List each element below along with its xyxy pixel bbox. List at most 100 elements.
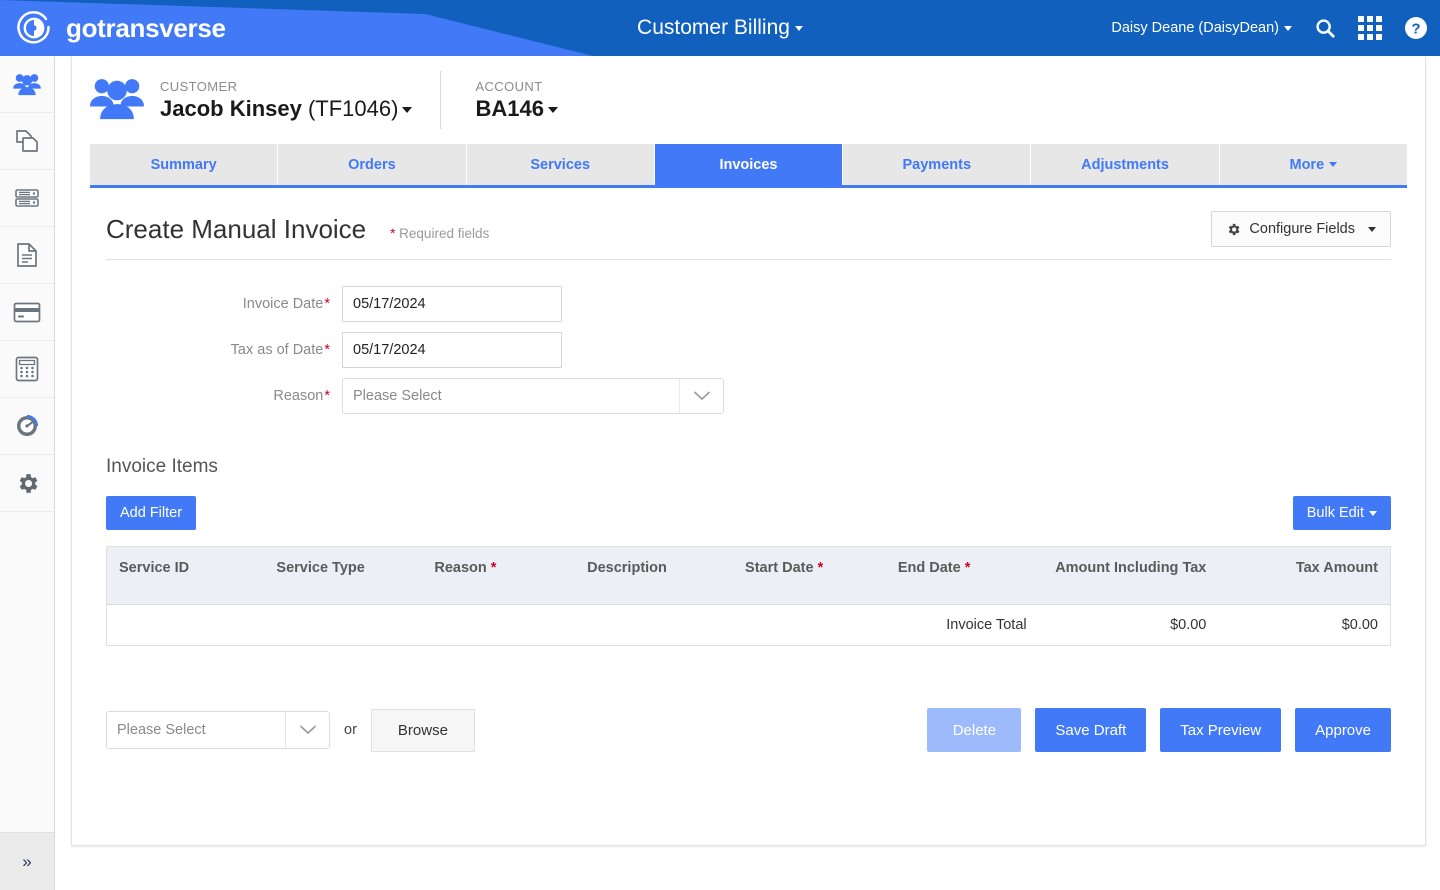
tab-adjustments[interactable]: Adjustments — [1031, 144, 1220, 185]
customer-selector[interactable]: Jacob Kinsey (TF1046) — [160, 95, 413, 122]
file-type-select-value: Please Select — [117, 722, 206, 738]
customers-icon — [13, 74, 41, 96]
left-icon-rail: » — [0, 56, 55, 890]
sidebar-item-calculator[interactable] — [0, 341, 54, 398]
column-service-id[interactable]: Service ID — [106, 546, 265, 605]
sidebar-expand-button[interactable]: » — [0, 832, 54, 890]
tab-label: Adjustments — [1081, 156, 1169, 173]
bulk-edit-button[interactable]: Bulk Edit — [1292, 496, 1391, 530]
content-card: CUSTOMER Jacob Kinsey (TF1046) ACCOUNT B… — [71, 56, 1426, 846]
page-title: Create Manual Invoice — [106, 214, 367, 244]
chevron-down-icon — [1368, 226, 1376, 232]
file-document-icon — [17, 243, 37, 267]
invoice-total-row: Invoice Total $0.00 $0.00 — [106, 604, 1391, 646]
reason-select[interactable]: Please Select — [342, 378, 724, 414]
customer-name: Jacob Kinsey — [160, 95, 302, 121]
tab-label: Invoices — [719, 156, 778, 173]
invoice-date-label-text: Invoice Date — [242, 296, 324, 312]
sidebar-item-database[interactable] — [0, 170, 54, 227]
required-fields-note: * Required fields — [390, 226, 489, 241]
column-tax-amount[interactable]: Tax Amount — [1218, 546, 1391, 605]
customer-id: (TF1046) — [307, 95, 399, 121]
sidebar-item-documents[interactable] — [0, 113, 54, 170]
required-asterisk: * — [324, 342, 330, 358]
table-header-row: Service ID Service Type Reason * Descrip… — [106, 546, 1391, 605]
column-amount-including-tax[interactable]: Amount Including Tax — [1038, 546, 1219, 605]
add-filter-button[interactable]: Add Filter — [106, 496, 197, 530]
entity-context-bar: CUSTOMER Jacob Kinsey (TF1046) ACCOUNT B… — [72, 56, 1425, 144]
sidebar-item-invoices-file[interactable] — [0, 227, 54, 284]
app-title-text: Customer Billing — [637, 16, 790, 39]
customer-label: CUSTOMER — [160, 78, 238, 94]
invoice-form: Invoice Date* Tax as of Date* Reason* Pl… — [72, 286, 1425, 414]
dashboard-gauge-icon — [17, 414, 39, 436]
chevron-down-icon — [1284, 25, 1292, 31]
column-label: Tax Amount — [1295, 560, 1378, 576]
tax-preview-button[interactable]: Tax Preview — [1160, 708, 1282, 752]
required-asterisk: * — [390, 226, 396, 241]
required-asterisk: * — [964, 560, 971, 576]
sidebar-item-payments[interactable] — [0, 284, 54, 341]
empty-cell — [575, 604, 734, 646]
svg-text:?: ? — [1411, 21, 1420, 38]
delete-button[interactable]: Delete — [927, 708, 1022, 752]
tab-services[interactable]: Services — [466, 144, 655, 185]
approve-button[interactable]: Approve — [1295, 708, 1391, 752]
tab-summary[interactable]: Summary — [90, 144, 279, 185]
tab-label: Summary — [150, 156, 217, 173]
sidebar-item-dashboard[interactable] — [0, 398, 54, 455]
customers-icon — [90, 78, 144, 119]
tab-payments[interactable]: Payments — [843, 144, 1032, 185]
gotransverse-logo-icon — [17, 11, 50, 44]
user-menu[interactable]: Daisy Deane (DaisyDean) — [1111, 20, 1292, 36]
column-service-type[interactable]: Service Type — [264, 546, 423, 605]
configure-fields-button[interactable]: Configure Fields — [1211, 211, 1391, 247]
entity-tab-bar: Summary Orders Services Invoices Payment… — [90, 144, 1407, 188]
sidebar-item-settings[interactable] — [0, 455, 54, 512]
column-label: Service Type — [276, 560, 365, 576]
main-content-area: CUSTOMER Jacob Kinsey (TF1046) ACCOUNT B… — [55, 56, 1440, 890]
account-value: BA146 — [475, 95, 544, 121]
account-selector[interactable]: BA146 — [475, 95, 558, 122]
top-header-bar: gotransverse Customer Billing Daisy Dean… — [0, 0, 1440, 56]
empty-cell — [733, 604, 886, 646]
column-label: End Date — [897, 560, 961, 576]
tax-as-of-date-input[interactable] — [342, 332, 562, 368]
required-asterisk: * — [817, 560, 824, 576]
search-icon[interactable] — [1314, 17, 1336, 39]
file-upload-group: Please Select or Browse — [106, 708, 475, 752]
documents-copy-icon — [16, 130, 38, 152]
file-type-select[interactable]: Please Select — [106, 711, 330, 749]
empty-cell — [422, 604, 576, 646]
database-icon — [15, 189, 39, 207]
save-draft-button[interactable]: Save Draft — [1035, 708, 1147, 752]
column-label: Description — [587, 560, 667, 576]
sidebar-item-customers[interactable] — [0, 56, 54, 113]
help-icon[interactable]: ? — [1404, 16, 1428, 40]
tab-more[interactable]: More — [1219, 144, 1407, 185]
invoice-items-table: Service ID Service Type Reason * Descrip… — [106, 546, 1391, 646]
chevron-down-icon — [1369, 510, 1377, 516]
calculator-icon — [15, 356, 39, 382]
credit-card-icon — [13, 302, 41, 322]
account-block: ACCOUNT BA146 — [475, 79, 585, 122]
form-row-reason: Reason* Please Select — [72, 378, 1425, 414]
customer-avatar — [90, 76, 144, 125]
tab-orders[interactable]: Orders — [278, 144, 467, 185]
browse-button[interactable]: Browse — [370, 708, 475, 752]
column-description[interactable]: Description — [575, 546, 734, 605]
column-start-date[interactable]: Start Date * — [733, 546, 886, 605]
app-title-dropdown[interactable]: Customer Billing — [637, 16, 803, 40]
gear-icon — [1229, 223, 1240, 235]
entity-divider — [440, 71, 442, 129]
column-end-date[interactable]: End Date * — [885, 546, 1039, 605]
brand-name: gotransverse — [66, 12, 226, 43]
invoice-date-input[interactable] — [342, 286, 562, 322]
column-reason[interactable]: Reason * — [422, 546, 576, 605]
invoice-total-amount-including-tax: $0.00 — [1038, 604, 1219, 646]
form-row-invoice-date: Invoice Date* — [72, 286, 1425, 322]
apps-grid-icon[interactable] — [1358, 16, 1382, 40]
brand-logo-group[interactable]: gotransverse — [14, 8, 226, 48]
double-chevron-right-icon: » — [22, 851, 32, 871]
tab-invoices[interactable]: Invoices — [654, 144, 844, 185]
